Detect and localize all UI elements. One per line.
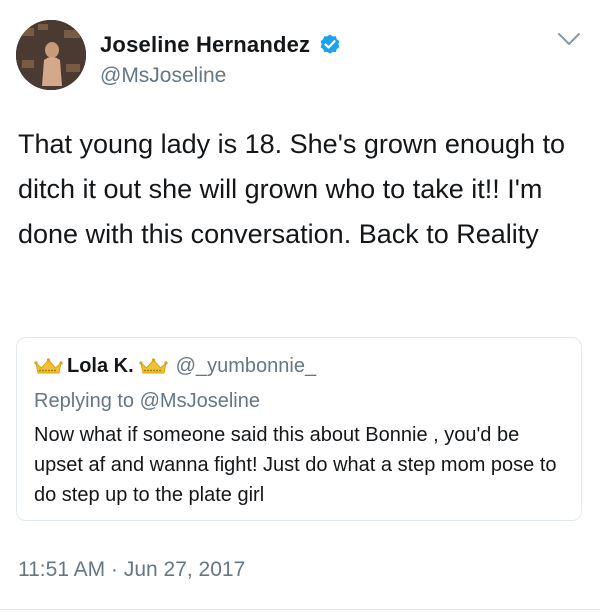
- quoted-tweet-text: Now what if someone said this about Bonn…: [34, 424, 557, 506]
- author-name-row: Joseline Hernandez: [100, 32, 342, 58]
- chevron-down-icon[interactable]: [556, 30, 582, 48]
- author-display-name[interactable]: Joseline Hernandez: [100, 32, 310, 58]
- verified-badge-icon: [318, 33, 342, 57]
- quoted-tweet-header: Lola K. @_yumbonnie_: [34, 355, 316, 378]
- replying-to-label: Replying to @MsJoseline: [34, 390, 260, 412]
- avatar-photo: [16, 20, 86, 90]
- quoted-author-handle: @_yumbonnie_: [175, 355, 317, 377]
- tweet-timestamp[interactable]: 11:51 AM · Jun 27, 2017: [18, 558, 245, 582]
- crown-emoji-icon: [34, 357, 63, 376]
- tweet-text: That young lady is 18. She's grown enoug…: [18, 129, 566, 249]
- crown-emoji-icon: [139, 357, 168, 376]
- quoted-tweet[interactable]: Lola K. @_yumbonnie_ Replying to @MsJose…: [16, 337, 582, 521]
- avatar[interactable]: [16, 20, 86, 90]
- divider: [0, 609, 600, 610]
- quoted-author-name: Lola K.: [67, 355, 134, 377]
- author-handle[interactable]: @MsJoseline: [100, 64, 226, 88]
